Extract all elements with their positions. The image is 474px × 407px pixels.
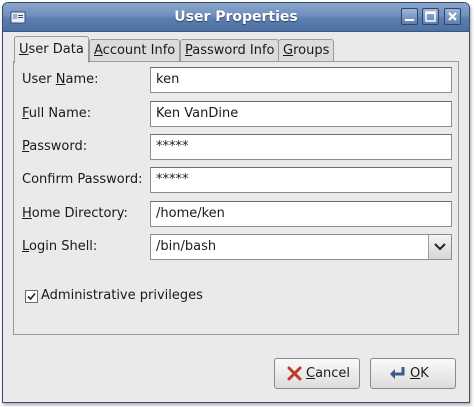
tab-label: ccount Info xyxy=(102,43,176,58)
login-shell-combo[interactable]: /bin/bash xyxy=(150,234,452,260)
confirm-password-input[interactable]: ***** xyxy=(150,167,452,193)
check-icon xyxy=(27,292,36,301)
maximize-icon xyxy=(425,11,436,22)
ok-return-icon xyxy=(388,364,406,386)
login-shell-label: Login Shell: xyxy=(22,239,98,254)
tab-mnemonic: A xyxy=(94,43,103,58)
tab-mnemonic: U xyxy=(19,42,29,57)
password-label: Password: xyxy=(22,139,88,154)
maximize-button[interactable] xyxy=(422,8,439,25)
tab-password-info[interactable]: Password Info xyxy=(180,39,280,61)
tab-groups[interactable]: Groups xyxy=(278,39,335,61)
ok-button[interactable]: OK xyxy=(370,358,456,389)
cancel-button[interactable]: Cancel xyxy=(274,358,360,389)
chevron-down-icon xyxy=(434,243,446,251)
window-title: User Properties xyxy=(174,9,298,25)
ok-label: OK xyxy=(410,366,429,381)
tab-label: roups xyxy=(293,43,330,58)
tab-user-data[interactable]: User Data xyxy=(14,36,89,63)
close-button[interactable] xyxy=(444,8,461,25)
tab-label: ser Data xyxy=(28,42,84,57)
home-directory-label: Home Directory: xyxy=(22,206,128,221)
user-data-panel: User Name: ken Full Name: Ken VanDine Pa… xyxy=(13,61,459,335)
minimize-icon xyxy=(405,19,414,21)
cancel-x-icon xyxy=(287,366,302,385)
admin-privileges-checkbox[interactable] xyxy=(25,290,38,303)
user-name-input[interactable]: ken xyxy=(150,67,452,93)
close-icon xyxy=(448,12,457,21)
full-name-label: Full Name: xyxy=(22,106,92,121)
tab-mnemonic: G xyxy=(283,43,294,58)
title-bar[interactable]: User Properties xyxy=(3,3,469,32)
full-name-input[interactable]: Ken VanDine xyxy=(150,101,452,127)
home-directory-input[interactable]: /home/ken xyxy=(150,201,452,227)
user-properties-window: User Properties User Data Account Info P… xyxy=(2,2,470,403)
login-shell-dropdown-button[interactable] xyxy=(428,235,451,259)
confirm-password-label: Confirm Password: xyxy=(22,172,143,187)
tab-account-info[interactable]: Account Info xyxy=(89,39,181,61)
password-input[interactable]: ***** xyxy=(150,134,452,160)
user-name-label: User Name: xyxy=(22,72,99,87)
admin-privileges-label[interactable]: Administrative privileges xyxy=(41,288,203,303)
tab-label: assword Info xyxy=(192,43,275,58)
cancel-label: Cancel xyxy=(306,366,351,381)
login-shell-value: /bin/bash xyxy=(156,239,217,254)
minimize-button[interactable] xyxy=(401,8,418,25)
